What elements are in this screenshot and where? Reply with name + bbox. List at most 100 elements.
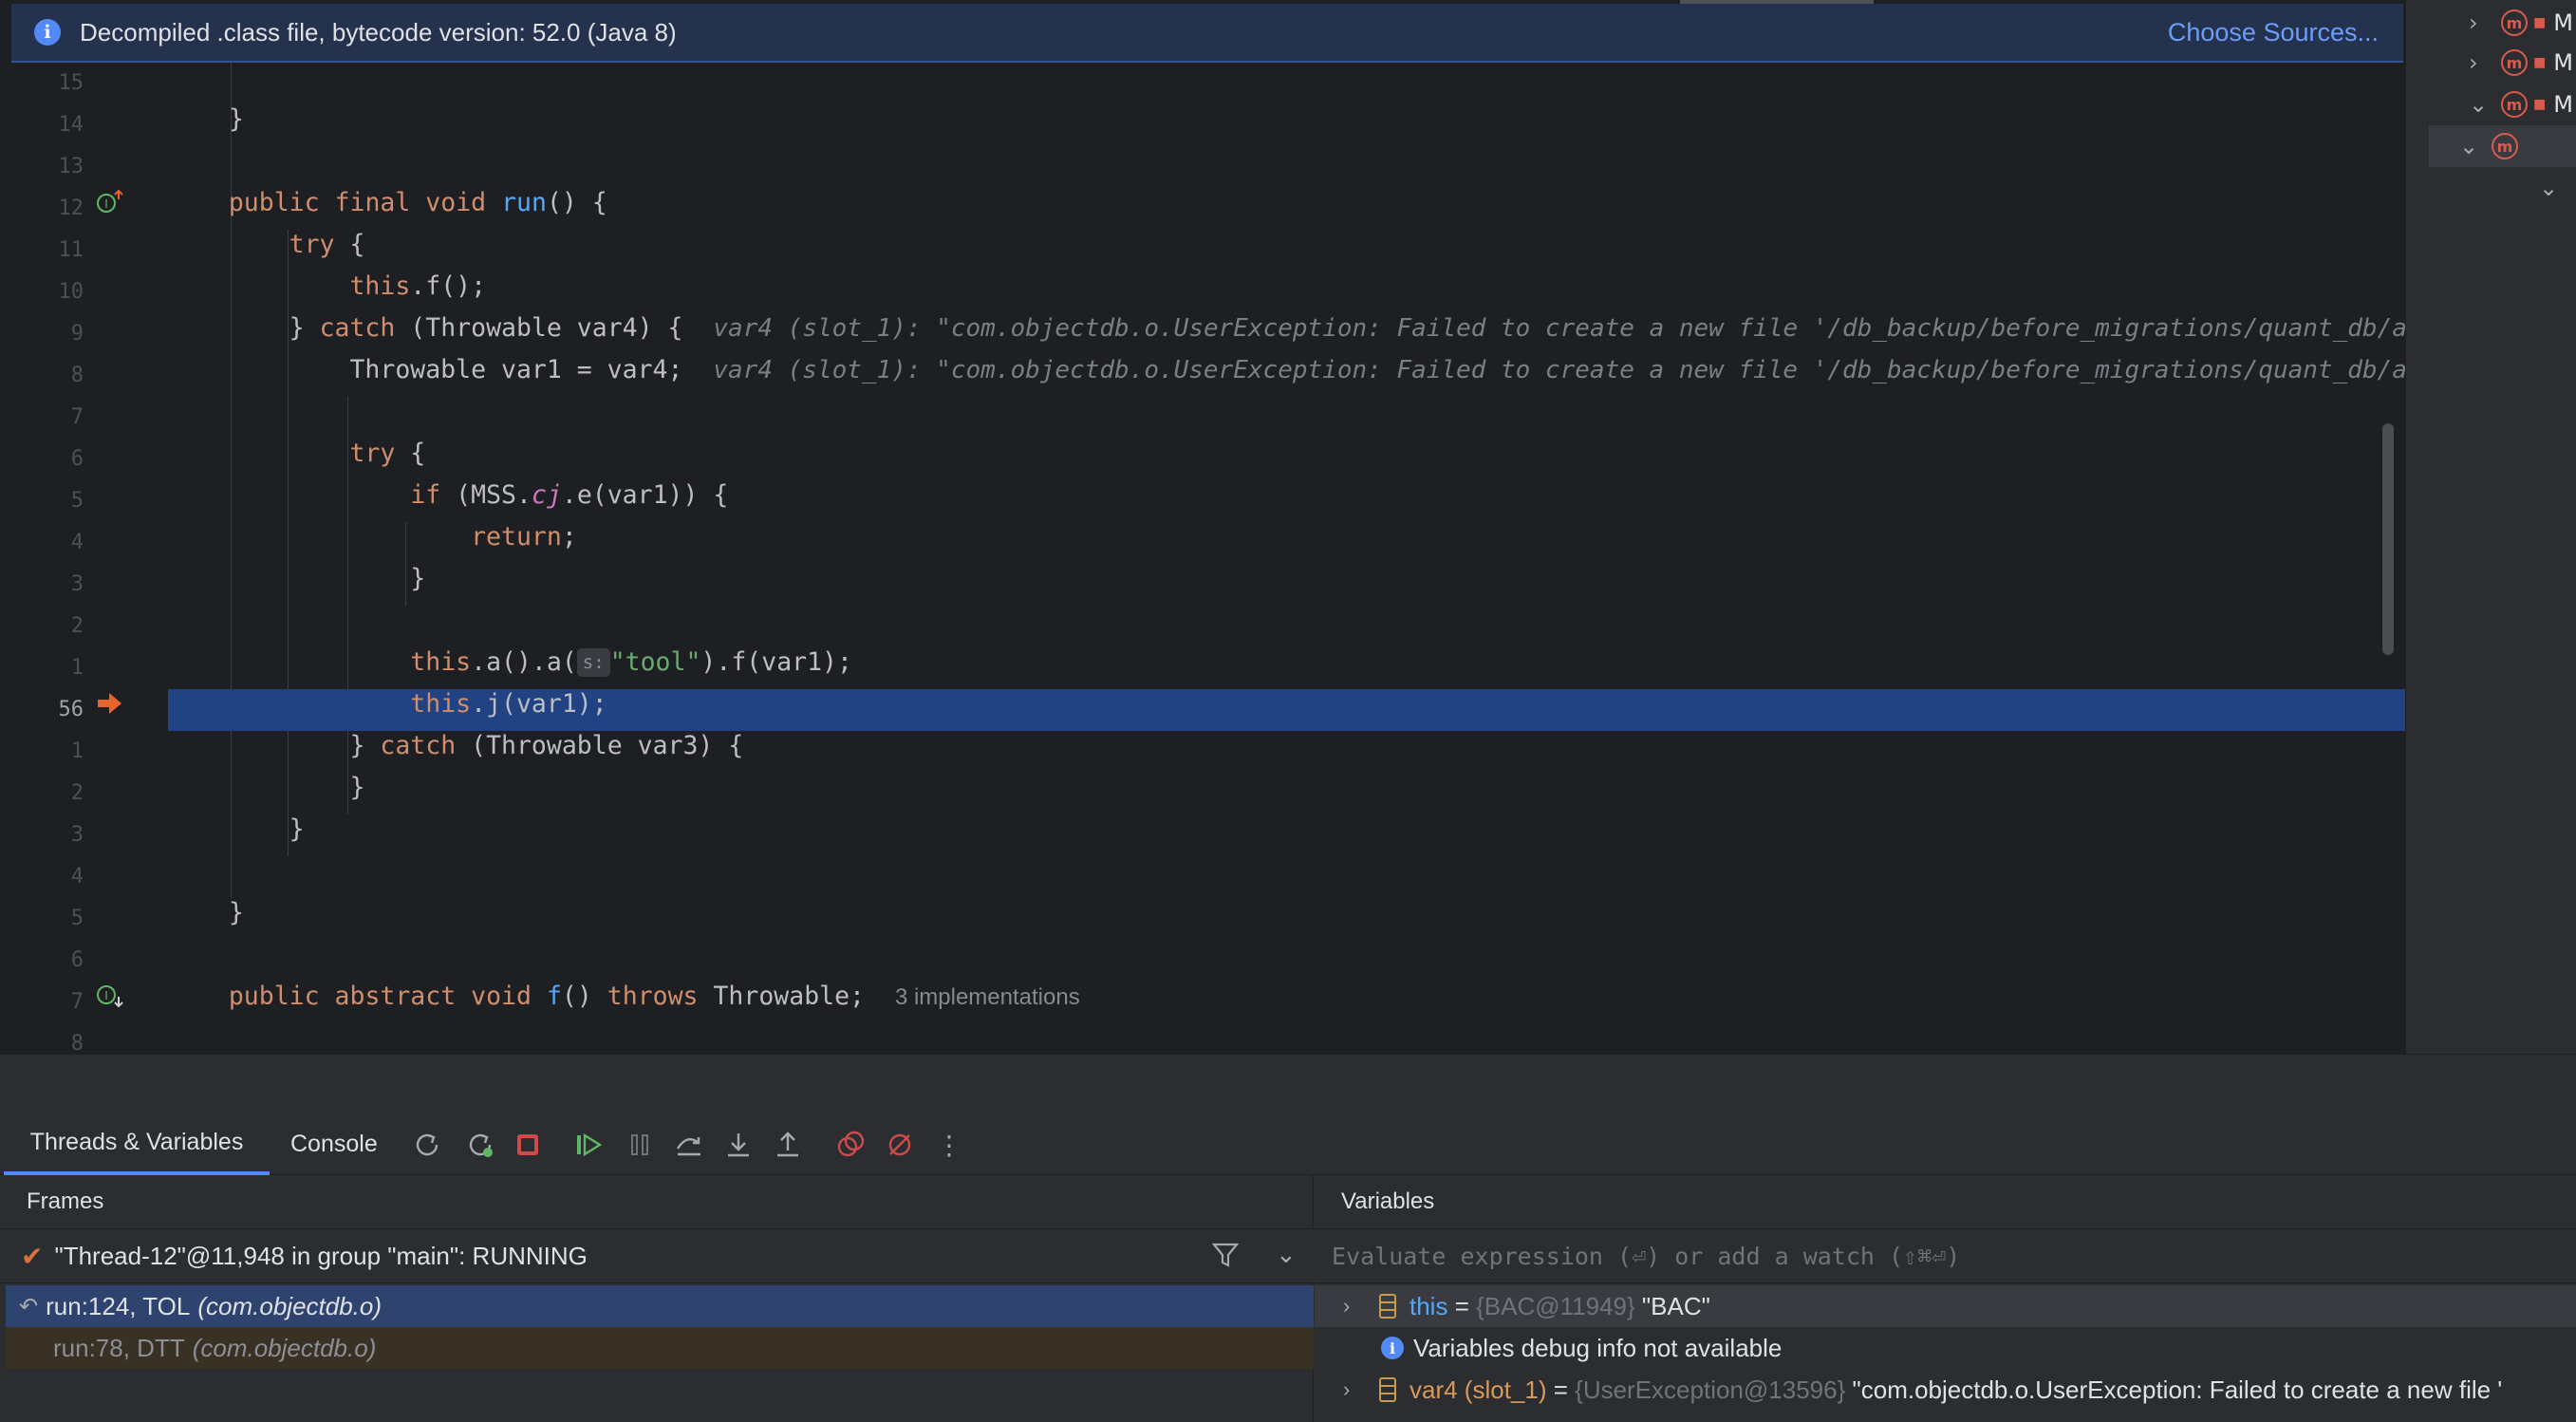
code-line: return; <box>471 522 577 552</box>
banner-message: Decompiled .class file, bytecode version… <box>80 17 677 47</box>
lock-icon: ■ <box>2533 97 2547 112</box>
chevron-right-icon[interactable]: › <box>2469 49 2492 76</box>
override-icon[interactable]: I <box>95 188 127 230</box>
line-number: 8 <box>70 364 84 387</box>
line-number: 6 <box>70 948 84 972</box>
code-line: } <box>289 814 305 844</box>
svg-text:I: I <box>104 989 108 1002</box>
info-icon: i <box>1381 1337 1404 1359</box>
vertical-scrollbar-thumb[interactable] <box>2382 423 2394 655</box>
restart-icon[interactable] <box>461 1126 499 1164</box>
evaluate-expression-input[interactable]: Evaluate expression (⏎) or add a watch (… <box>1315 1228 2576 1283</box>
editor-gutter[interactable]: 15 14 13 12 11 10 9 8 7 6 5 4 3 2 1 56 1… <box>11 63 168 1054</box>
chevron-right-icon[interactable]: › <box>2469 9 2492 36</box>
step-out-icon[interactable] <box>769 1126 807 1164</box>
code-line: } <box>228 104 244 134</box>
resume-icon[interactable] <box>569 1126 607 1164</box>
parameter-hint: s: <box>576 648 610 677</box>
decompiled-banner: i Decompiled .class file, bytecode versi… <box>11 4 2403 63</box>
tree-item[interactable]: ⌄ <box>2539 167 2562 209</box>
filter-icon[interactable] <box>1211 1241 1240 1276</box>
field-icon <box>1379 1377 1396 1402</box>
rerun-icon[interactable] <box>408 1126 446 1164</box>
panel-splitter[interactable] <box>0 1054 2576 1113</box>
step-into-icon[interactable] <box>719 1126 757 1164</box>
method-icon: m <box>2501 91 2528 118</box>
code-line: } catch (Throwable var3) { <box>349 731 744 760</box>
view-breakpoints-icon[interactable] <box>831 1126 869 1164</box>
tree-item-selected[interactable]: ⌄ m <box>2429 125 2576 167</box>
code-line: try { <box>349 439 426 468</box>
line-number: 1 <box>70 656 84 680</box>
line-number: 8 <box>70 1032 84 1054</box>
line-number: 13 <box>58 155 84 178</box>
line-number: 9 <box>70 322 84 346</box>
tree-item[interactable]: ⌄ m ■ M <box>2469 84 2573 125</box>
tree-item[interactable]: › m ■ M <box>2469 2 2573 44</box>
line-number: 4 <box>70 531 84 554</box>
thread-selector[interactable]: ✔ "Thread-12"@11,948 in group "main": RU… <box>0 1228 1314 1283</box>
execution-point-icon <box>95 689 127 731</box>
code-line: this.a().a(s: "tool").f(var1); <box>410 647 852 677</box>
more-icon[interactable]: ⋮ <box>930 1126 968 1164</box>
choose-sources-link[interactable]: Choose Sources... <box>2168 18 2379 47</box>
lock-icon: ■ <box>2533 15 2547 30</box>
frames-title: Frames <box>27 1188 104 1214</box>
method-icon: m <box>2501 9 2528 36</box>
variables-pane[interactable]: Variables Evaluate expression (⏎) or add… <box>1315 1175 2576 1422</box>
code-line: } <box>410 564 426 593</box>
variable-info-row: i Variables debug info not available <box>1315 1327 2576 1369</box>
code-area[interactable]: } public final void run() { try { this.f… <box>168 63 2405 1054</box>
line-number: 14 <box>58 113 84 137</box>
field-icon <box>1379 1294 1396 1319</box>
pause-icon[interactable] <box>621 1126 659 1164</box>
info-icon: i <box>34 19 61 46</box>
line-number: 7 <box>70 405 84 429</box>
implementations-link[interactable]: 3 implementations <box>895 984 1080 1010</box>
tree-item[interactable]: › m ■ M <box>2469 42 2573 84</box>
code-line: this.f(); <box>349 271 487 301</box>
implemented-icon[interactable]: I <box>95 982 127 1023</box>
inline-debug-value: var4 (slot_1): "com.objectdb.o.UserExcep… <box>713 314 2405 343</box>
svg-text:I: I <box>104 197 108 211</box>
line-number: 3 <box>70 572 84 596</box>
chevron-down-icon[interactable]: ⌄ <box>2539 175 2562 201</box>
debug-tool-window[interactable]: Threads & Variables Console ⋮ Frames ✔ "… <box>0 1113 2576 1422</box>
line-number: 1 <box>70 739 84 763</box>
editor[interactable]: i Decompiled .class file, bytecode versi… <box>0 0 2405 1054</box>
mute-breakpoints-icon[interactable] <box>881 1126 919 1164</box>
stop-icon[interactable] <box>509 1126 547 1164</box>
code-line: public abstract void f() throws Throwabl… <box>228 982 1080 1011</box>
line-number: 10 <box>58 280 84 304</box>
chevron-right-icon[interactable]: › <box>1343 1377 1366 1402</box>
code-line: public final void run() { <box>228 188 607 217</box>
line-number: 3 <box>70 823 84 847</box>
lock-icon: ■ <box>2533 55 2547 70</box>
chevron-down-icon[interactable]: ⌄ <box>2469 91 2492 118</box>
structure-panel[interactable]: › m ■ M › m ■ M ⌄ m ■ M ⌄ m ⌄ <box>2405 0 2576 1054</box>
line-number: 15 <box>58 71 84 95</box>
frame-row[interactable]: ↶ run:124, TOL (com.objectdb.o) <box>6 1285 1314 1327</box>
tab-console[interactable]: Console <box>290 1113 378 1175</box>
chevron-down-icon[interactable]: ⌄ <box>2459 133 2482 159</box>
check-icon: ✔ <box>21 1240 44 1272</box>
method-icon: m <box>2492 133 2518 159</box>
code-line: } catch (Throwable var4) { var4 (slot_1)… <box>289 313 2405 343</box>
step-over-icon[interactable] <box>670 1126 708 1164</box>
method-icon: m <box>2501 49 2528 76</box>
frame-return-icon: ↶ <box>19 1293 39 1319</box>
frames-pane[interactable]: Frames ✔ "Thread-12"@11,948 in group "ma… <box>0 1175 1314 1422</box>
frame-row[interactable]: run:78, DTT (com.objectdb.o) <box>6 1327 1314 1369</box>
code-line: } <box>228 898 244 927</box>
line-number: 11 <box>58 238 84 262</box>
tab-threads-variables[interactable]: Threads & Variables <box>4 1113 270 1175</box>
chevron-down-icon[interactable]: ⌄ <box>1276 1241 1297 1269</box>
chevron-right-icon[interactable]: › <box>1343 1294 1366 1319</box>
code-line: } <box>349 773 365 802</box>
variable-row-var4[interactable]: › var4 (slot_1) = {UserException@13596} … <box>1315 1369 2576 1411</box>
line-number: 4 <box>70 865 84 889</box>
line-number: 5 <box>70 489 84 513</box>
variable-row-this[interactable]: › this = {BAC@11949} "BAC" <box>1315 1285 2576 1327</box>
variables-title: Variables <box>1341 1188 1435 1214</box>
current-line-number: 56 <box>58 698 84 721</box>
